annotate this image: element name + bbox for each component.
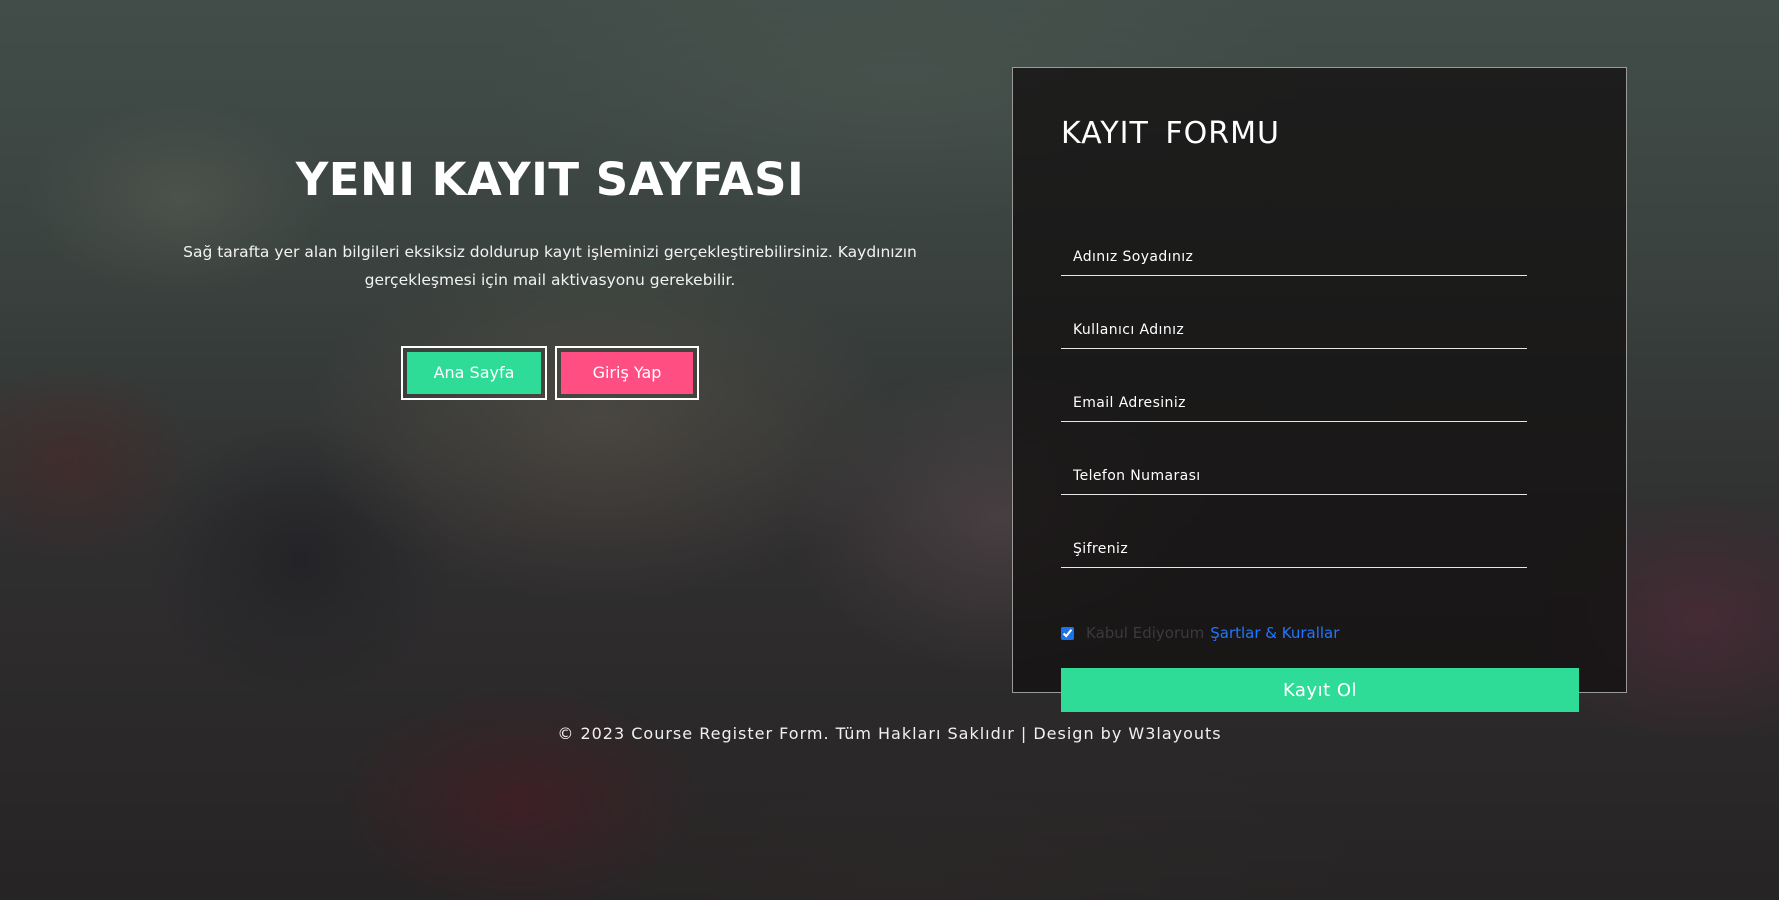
password-input[interactable]: [1061, 531, 1527, 567]
footer-copyright: © 2023 Course Register Form. Tüm Hakları…: [557, 724, 1222, 743]
phone-input[interactable]: [1061, 458, 1527, 494]
email-input[interactable]: [1061, 385, 1527, 421]
home-button[interactable]: Ana Sayfa: [401, 346, 547, 400]
page-description: Sağ tarafta yer alan bilgileri eksiksiz …: [183, 243, 917, 289]
password-field-wrapper: [1061, 531, 1527, 568]
terms-row: Kabul Ediyorum Şartlar & Kurallar: [1061, 624, 1339, 642]
username-input[interactable]: [1061, 312, 1527, 348]
name-input[interactable]: [1061, 239, 1527, 275]
terms-checkbox[interactable]: [1061, 626, 1074, 640]
register-submit-button[interactable]: Kayıt Ol: [1061, 668, 1579, 712]
phone-field-wrapper: [1061, 458, 1527, 495]
page-title: YENI KAYIT SAYFASI: [295, 153, 805, 206]
name-field-wrapper: [1061, 239, 1527, 276]
login-button-label: Giriş Yap: [561, 352, 693, 394]
username-field-wrapper: [1061, 312, 1527, 349]
login-button[interactable]: Giriş Yap: [555, 346, 699, 400]
terms-link[interactable]: Şartlar & Kurallar: [1210, 624, 1339, 642]
form-title: KAYIT FORMU: [1061, 116, 1280, 151]
hero-section: YENI KAYIT SAYFASI Sağ tarafta yer alan …: [170, 150, 930, 400]
register-form: KAYIT FORMU Kabul Ediyorum Şartlar & Kur…: [1012, 67, 1627, 712]
email-field-wrapper: [1061, 385, 1527, 422]
terms-label: Kabul Ediyorum: [1086, 624, 1205, 642]
home-button-label: Ana Sayfa: [407, 352, 541, 394]
hero-buttons: Ana Sayfa Giriş Yap: [170, 346, 930, 400]
